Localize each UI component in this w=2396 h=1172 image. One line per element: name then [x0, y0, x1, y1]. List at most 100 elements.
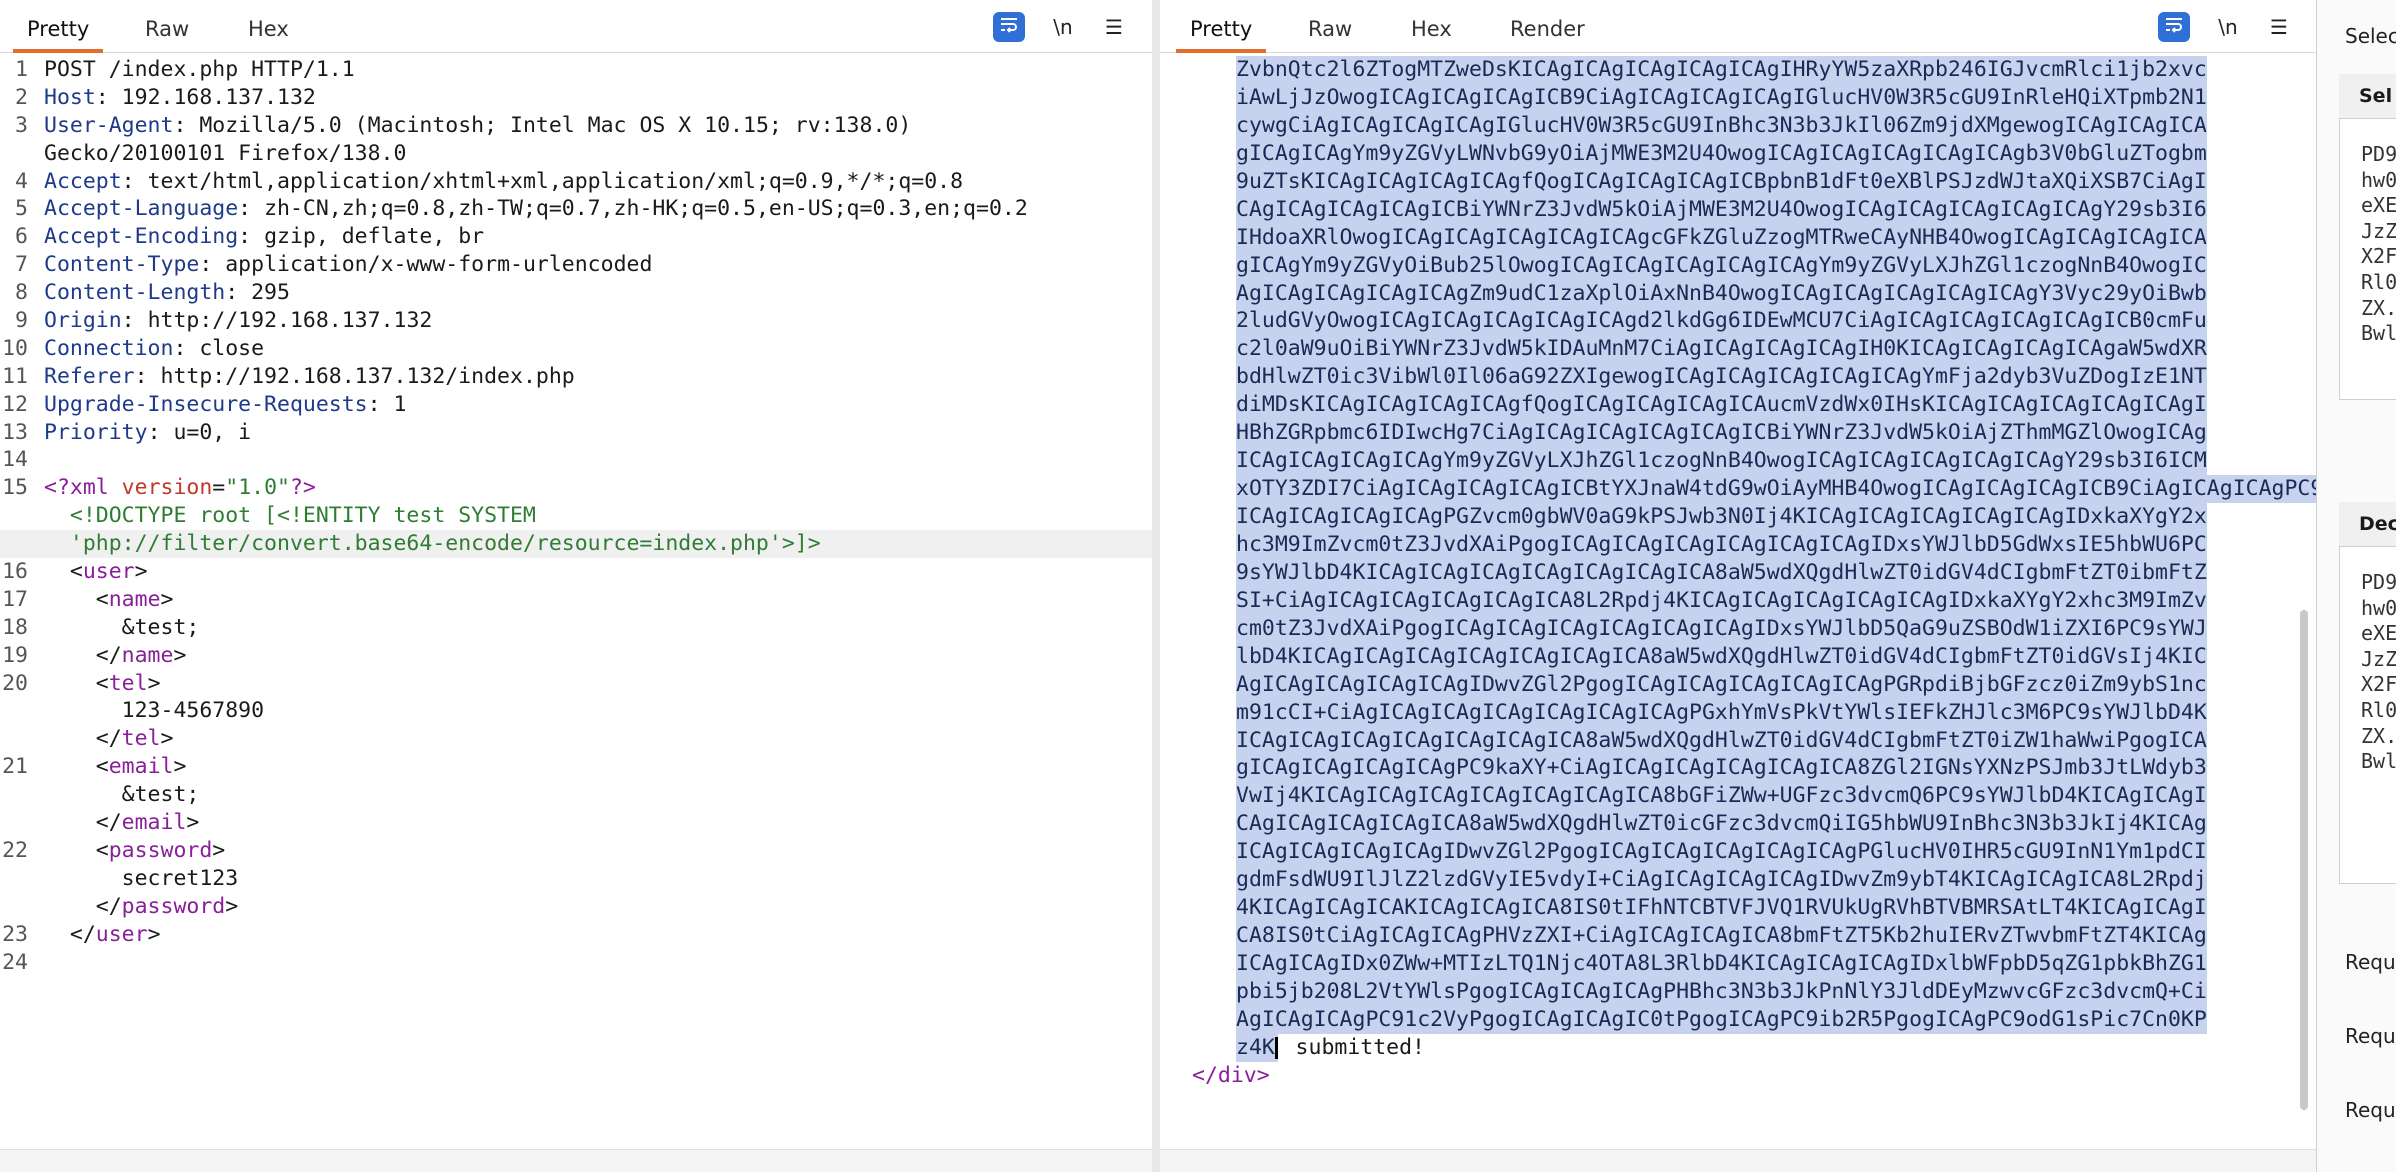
bracket: >	[212, 837, 226, 863]
response-editor[interactable]: ZvbnQtc2l6ZTogMTZweDsKICAgICAgICAgICAgIC…	[1160, 56, 2316, 1090]
header-value: text/html,application/xhtml+xml,applicat…	[134, 168, 964, 194]
request-tab-raw[interactable]: Raw	[145, 0, 189, 52]
request-tab-pretty[interactable]: Pretty	[12, 0, 104, 53]
selected-base64: ICAgICAgICAgICAgICAgICAgICA8aW5wdXQgdHlw…	[1236, 726, 2207, 755]
newline-icon[interactable]: \n	[2212, 12, 2244, 42]
line-text: Accept-Encoding: gzip, deflate, br	[44, 223, 1132, 251]
bracket: >	[147, 670, 161, 696]
selected-base64: pbi5jb208L2VtYWlsPgogICAgICAgICAgPHBhc3N…	[1236, 977, 2207, 1006]
header-value: zh-CN,zh;q=0.8,zh-TW;q=0.7,zh-HK;q=0.5,e…	[251, 196, 1028, 222]
code-line: 5 Accept-Language: zh-CN,zh;q=0.8,zh-TW;q…	[0, 195, 1152, 223]
inspector-text-line: Bwl	[2361, 749, 2396, 774]
response-line: gICAgICAgICAgICAgPC9kaXY+CiAgICAgICAgICA…	[1160, 754, 2316, 783]
inspector-text-line: PD9	[2361, 570, 2396, 594]
code-line: 123-4567890	[0, 697, 1152, 725]
response-line: diMDsKICAgICAgICAgICAgfQogICAgICAgICAgIC…	[1160, 391, 2316, 420]
inspector-text-line: JzZ	[2361, 218, 2396, 243]
line-number: 16	[2, 559, 28, 585]
response-tab-hex[interactable]: Hex	[1411, 0, 1452, 52]
line-text: Upgrade-Insecure-Requests: 1	[44, 391, 1132, 419]
response-line: m91cCI+CiAgICAgICAgICAgICAgICAgICAgPGxhY…	[1160, 698, 2316, 727]
xml-tag: email	[121, 810, 187, 836]
inspector-text-line: X2F	[2361, 672, 2396, 697]
code-line: 13 Priority: u=0, i	[0, 419, 1152, 447]
decoded-header[interactable]: Dec	[2339, 502, 2396, 546]
header-name: Priority	[44, 419, 148, 445]
header-colon: :	[95, 84, 109, 110]
response-tab-pretty[interactable]: Pretty	[1175, 0, 1267, 53]
closing-div-tag: </div>	[1192, 1062, 1270, 1088]
xml-tag: user	[82, 559, 135, 585]
code-line: </email>	[0, 809, 1152, 837]
response-line: ZvbnQtc2l6ZTogMTZweDsKICAgICAgICAgICAgIC…	[1160, 56, 2316, 84]
response-line: CAgICAgICAgICAgICBiYWNrZ3JvdW5kOiAjMWE3M…	[1160, 195, 2316, 224]
line-number: 22	[2, 837, 28, 863]
response-tab-render[interactable]: Render	[1510, 0, 1585, 52]
xml-tag: tel	[108, 670, 148, 696]
selected-base64: c2l0aW9uOiBiYWNrZ3JvdW5kIDAuMnM7CiAgICAg…	[1236, 335, 2207, 364]
header-value: 1	[380, 391, 407, 417]
selected-base64: ICAgICAgICAgICAgYm9yZGVyLXJhZGl1czogNnB4…	[1236, 447, 2207, 476]
header-name: Upgrade-Insecure-Requests	[44, 391, 368, 417]
header-name: Accept	[44, 168, 122, 194]
xml-tag: password	[121, 893, 226, 919]
selected-base64: m91cCI+CiAgICAgICAgICAgICAgICAgICAgPGxhY…	[1236, 698, 2207, 727]
header-name: Content-Type	[44, 252, 200, 278]
header-value: u=0, i	[160, 419, 252, 445]
bracket: </	[69, 921, 96, 947]
code-line: <!DOCTYPE root [<!ENTITY test SYSTEM	[0, 502, 1152, 530]
response-line: 2ludGVyOwogICAgICAgICAgICAgICAgd2lkdGg6I…	[1160, 307, 2316, 336]
selected-base64: lbD4KICAgICAgICAgICAgICAgICAgICA8aW5wdXQ…	[1236, 642, 2207, 671]
menu-icon[interactable]: ☰	[1098, 12, 1130, 42]
selected-base64: SI+CiAgICAgICAgICAgICAgICA8L2Rpdj4KICAgI…	[1236, 586, 2207, 615]
header-colon: :	[173, 335, 187, 361]
response-line: CAgICAgICAgICAgICA8aW5wdXQgdHlwZT0icGFzc…	[1160, 810, 2316, 839]
response-line: gdmFsdWU9IlJlZ2lzdGVyIE5vdyI+CiAgICAgICA…	[1160, 866, 2316, 895]
response-tabbar: Pretty Raw Hex Render \n ☰	[1160, 0, 2316, 53]
bracket: >	[160, 586, 174, 612]
response-line: ICAgICAgICAgICAgYm9yZGVyLXJhZGl1czogNnB4…	[1160, 447, 2316, 476]
line-text: Content-Length: 295	[44, 279, 1132, 307]
text: 'php://filter/convert.base64-encode/reso…	[44, 531, 821, 557]
code-line: 22 <password>	[0, 837, 1152, 865]
response-line: z4K submitted!	[1160, 1033, 2316, 1062]
menu-icon[interactable]: ☰	[2263, 12, 2295, 42]
inspector-request-attributes[interactable]: Request attributes	[2345, 950, 2396, 974]
newline-icon[interactable]: \n	[1047, 12, 1079, 42]
code-line: 18 &test;	[0, 614, 1152, 642]
line-text: 'php://filter/convert.base64-encode/reso…	[44, 530, 1132, 558]
selected-base64: AgICAgICAgPC91c2VyPgogICAgICAgIC0tPgogIC…	[1236, 1005, 2207, 1034]
line-number: 17	[2, 586, 28, 612]
text: Gecko/20100101 Firefox/138.0	[44, 140, 407, 166]
line-text: 123-4567890	[44, 697, 1132, 725]
line-text: secret123	[44, 865, 1132, 893]
response-tab-raw[interactable]: Raw	[1308, 0, 1352, 52]
wrap-icon[interactable]	[2158, 12, 2190, 42]
header-value: close	[186, 335, 265, 361]
pane-divider[interactable]	[1152, 0, 1160, 1172]
response-scrollbar[interactable]	[2300, 610, 2308, 1110]
line-text: Origin: http://192.168.137.132	[44, 307, 1132, 335]
header-value: http://192.168.137.132	[134, 308, 433, 334]
inspector-query-params[interactable]: Request query parameters	[2345, 1024, 2396, 1048]
line-text: Connection: close	[44, 335, 1132, 363]
inspector-body-params[interactable]: Request body parameters	[2345, 1098, 2396, 1122]
response-line: 9sYWJlbD4KICAgICAgICAgICAgICAgICAgICA8aW…	[1160, 558, 2316, 587]
header-colon: :	[121, 308, 135, 334]
line-text: Accept: text/html,application/xhtml+xml,…	[44, 168, 1132, 196]
text: &test;	[44, 614, 200, 640]
wrap-icon[interactable]	[993, 12, 1025, 42]
selection-header[interactable]: Sel	[2339, 74, 2396, 118]
text: &test;	[44, 782, 200, 808]
inspector-text-line: eXE	[2361, 193, 2396, 218]
line-number: 20	[2, 670, 28, 696]
request-tab-hex[interactable]: Hex	[248, 0, 289, 52]
code-line: 10 Connection: close	[0, 335, 1152, 363]
inspector-text-line: Rl0	[2361, 270, 2396, 294]
request-editor[interactable]: 1 POST /index.php HTTP/1.1 2 Host: 192.168.…	[0, 56, 1152, 976]
line-number: 11	[2, 363, 28, 389]
text: POST /index.php HTTP/1.1	[44, 57, 355, 82]
selected-base64: 2ludGVyOwogICAgICAgICAgICAgICAgd2lkdGg6I…	[1236, 307, 2207, 336]
